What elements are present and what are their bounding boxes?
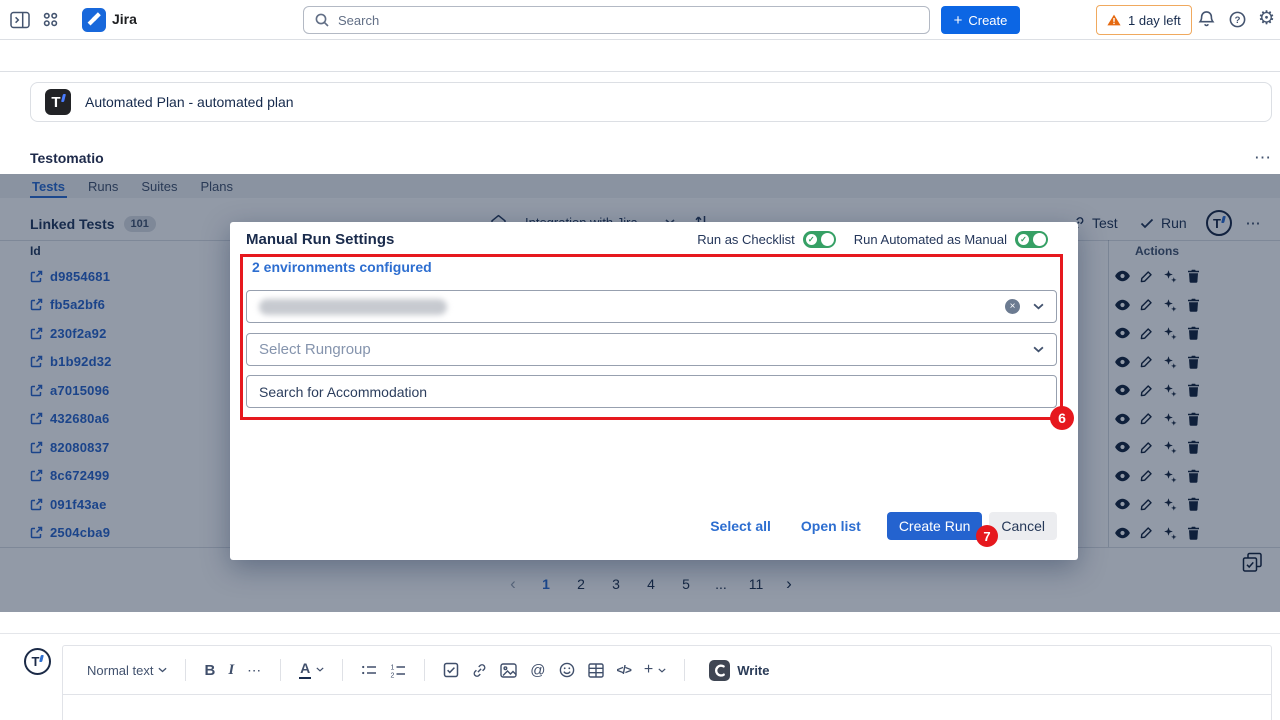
search-input[interactable] [338,13,919,28]
create-run-button[interactable]: Create Run [887,512,983,540]
breadcrumb-bar: Spaces / Test iBusiness Fundi... / Add p… [0,40,1280,72]
task-checkbox-icon[interactable] [443,662,459,678]
open-list-link[interactable]: Open list [801,518,861,534]
help-icon[interactable]: ? [1229,11,1246,28]
insert-image-icon[interactable] [500,663,517,678]
notifications-bell-icon[interactable] [1198,10,1215,28]
modal-title: Manual Run Settings [246,231,394,248]
editor-toolbar: Normal text B I ⋯ A 12 @ [63,646,1271,695]
bullet-list-icon[interactable] [361,663,377,677]
section-heading: Testomatio [30,150,104,166]
top-navigation-bar: Jira + Create 1 day left ? ⚙ [0,0,1280,40]
annotation-step-6: 6 [1050,406,1074,430]
rungroup-select[interactable]: Select Rungroup [246,333,1057,366]
testomatio-panel: TestsRunsSuitesPlans Linked Tests 101 In… [0,174,1280,612]
test-search-field[interactable] [246,375,1057,408]
mention-icon[interactable]: @ [530,662,545,679]
search-icon [314,12,330,28]
environment-select[interactable]: × [246,290,1057,323]
cancel-button[interactable]: Cancel [989,512,1057,540]
writer-logo-icon [709,660,730,681]
global-search[interactable] [303,6,930,34]
run-as-checklist-toggle[interactable]: ✓ [803,231,836,248]
annotation-step-7: 7 [976,525,998,547]
testomatio-logo-icon: T [45,89,71,115]
editor-content-area[interactable] [63,695,1271,720]
plan-card-title: Automated Plan - automated plan [85,94,294,110]
clear-icon[interactable]: × [1005,299,1020,314]
run-automated-as-manual-label: Run Automated as Manual [854,232,1007,247]
text-format-more-icon[interactable]: ⋯ [247,662,262,679]
settings-gear-icon[interactable]: ⚙ [1258,9,1275,28]
text-style-dropdown[interactable]: Normal text [87,663,167,678]
code-block-icon[interactable]: </> [617,663,631,677]
trial-days-left-button[interactable]: 1 day left [1096,5,1192,35]
chevron-down-icon[interactable] [1033,303,1044,310]
testomatio-editor-logo-icon: T [24,648,51,675]
svg-text:2: 2 [391,672,395,678]
italic-icon[interactable]: I [228,662,234,679]
bold-icon[interactable]: B [204,662,215,679]
environments-configured-link[interactable]: 2 environments configured [252,259,432,275]
rungroup-placeholder: Select Rungroup [259,341,371,358]
write-assistant-button[interactable]: Write [709,660,769,681]
insert-link-icon[interactable] [472,663,487,678]
app-switcher-icon[interactable] [42,11,59,28]
jira-logo-icon[interactable] [82,8,106,32]
app-name: Jira [112,11,137,27]
section-more-icon[interactable]: ⋯ [1254,148,1272,168]
insert-more-dropdown[interactable]: + [644,661,666,679]
run-automated-as-manual-toggle[interactable]: ✓ [1015,231,1048,248]
comment-editor[interactable]: Normal text B I ⋯ A 12 @ [62,645,1272,720]
chevron-down-icon[interactable] [1033,346,1044,353]
create-button[interactable]: + Create [941,6,1020,34]
plus-icon: + [954,13,963,28]
insert-table-icon[interactable] [588,663,604,678]
manual-run-settings-modal: Manual Run Settings Run as Checklist ✓ R… [230,222,1078,560]
divider [0,633,1280,634]
select-all-link[interactable]: Select all [710,518,771,534]
run-as-checklist-label: Run as Checklist [697,232,795,247]
sidebar-toggle-icon[interactable] [10,11,30,29]
svg-text:?: ? [1235,15,1241,26]
numbered-list-icon[interactable]: 12 [390,663,406,678]
blurred-environment-value [259,299,447,315]
emoji-icon[interactable] [559,662,575,678]
automated-plan-card[interactable]: T Automated Plan - automated plan [30,82,1272,122]
warning-icon [1107,14,1121,26]
svg-text:1: 1 [391,664,395,671]
test-search-input[interactable] [259,384,1044,400]
text-color-dropdown[interactable]: A [299,661,324,678]
